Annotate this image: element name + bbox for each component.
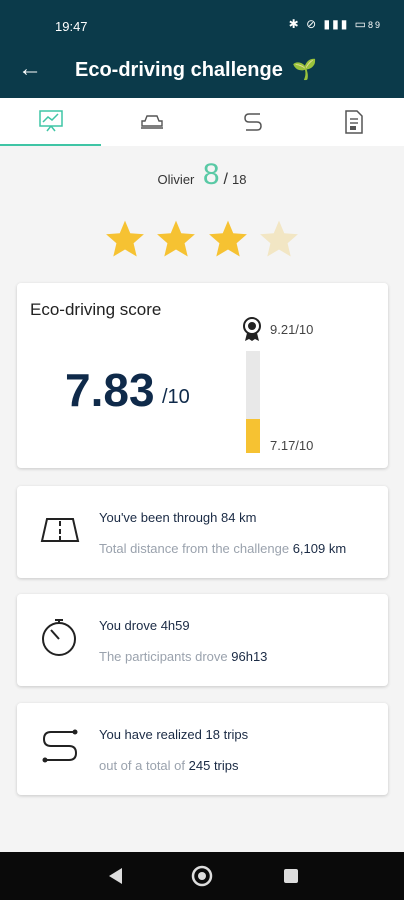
tab-vehicle[interactable] (101, 98, 202, 146)
distance-card: You've been through 84 km Total distance… (17, 486, 388, 578)
distance-driven: 84 km (221, 510, 257, 525)
back-arrow-icon[interactable]: ← (18, 55, 42, 83)
time-line2: The participants drove 96h13 (99, 649, 267, 664)
score-progress-fill (246, 419, 260, 453)
tab-route[interactable] (202, 98, 303, 146)
time-total: 96h13 (231, 649, 268, 664)
time-line1-prefix: You drove (99, 618, 158, 633)
report-icon (344, 110, 363, 134)
score-progress-bar (246, 351, 260, 453)
rank-separator: / (223, 171, 228, 188)
status-bar: 19:47 ✱ ⊘ ▮▮▮ ▭89 (0, 0, 404, 40)
status-time: 19:47 (55, 19, 88, 34)
time-driven: 4h59 (160, 618, 190, 633)
system-nav-bar (0, 852, 404, 900)
app-bar: ← Eco-driving challenge 🌱 (0, 40, 404, 98)
score-label: Eco-driving score (30, 300, 162, 319)
participants-total: 18 (231, 172, 247, 187)
distance-line1-prefix: You've been through (99, 510, 218, 525)
road-icon (40, 518, 80, 542)
eco-score-card: Eco-driving score 7.83 /10 9.21/10 7.17/… (17, 283, 388, 468)
star-icon (208, 220, 247, 257)
page-title: Eco-driving challenge 🌱 (75, 57, 317, 82)
star-rating (104, 218, 300, 262)
time-line1: You drove 4h59 (99, 618, 190, 633)
player-rank-value: 8 (202, 158, 220, 191)
distance-line2-prefix: Total distance from the challenge (99, 541, 290, 556)
nav-back-icon[interactable] (104, 864, 128, 888)
status-icons: ✱ ⊘ ▮▮▮ ▭89 (289, 17, 382, 31)
distance-total: 6,109 km (292, 541, 347, 556)
star-empty-icon (260, 220, 298, 257)
route-icon (243, 113, 262, 131)
car-icon (140, 115, 163, 129)
score-value: 7.83 (65, 364, 155, 416)
current-score: 7.17/10 (270, 438, 314, 453)
trips-line1: You have realized 18 trips (99, 727, 248, 742)
medal-icon (243, 317, 261, 341)
trips-line2: out of a total of 245 trips (99, 758, 239, 773)
signal-icon: ▮▮▮ (323, 17, 350, 31)
time-line2-prefix: The participants drove (99, 649, 228, 664)
statistics-chart-icon (38, 110, 63, 132)
seedling-icon: 🌱 (292, 59, 318, 81)
trips-card: You have realized 18 trips out of a tota… (17, 703, 388, 795)
trips-line1-prefix: You have realized (99, 727, 202, 742)
nav-recents-icon[interactable] (279, 864, 303, 888)
trips-realized: 18 trips (205, 727, 249, 742)
player-name: Olivier (157, 172, 195, 187)
nav-home-icon[interactable] (190, 864, 214, 888)
mute-icon: ⊘ (306, 17, 319, 31)
trips-line2-prefix: out of a total of (99, 758, 186, 773)
time-card: You drove 4h59 The participants drove 96… (17, 594, 388, 686)
battery-level: 89 (367, 20, 382, 30)
distance-line2: Total distance from the challenge 6,109 … (99, 541, 346, 556)
stopwatch-icon (42, 619, 76, 656)
distance-line1: You've been through 84 km (99, 510, 256, 525)
tab-bar (0, 98, 404, 146)
tab-report[interactable] (303, 98, 404, 146)
battery-icon: ▭89 (354, 17, 382, 31)
player-rank: Olivier 8/18 (0, 158, 404, 192)
bluetooth-icon: ✱ (288, 17, 301, 31)
trips-total: 245 trips (188, 758, 239, 773)
score-unit: /10 (162, 386, 190, 408)
star-icon (157, 220, 196, 257)
trips-route-icon (42, 729, 78, 763)
tab-statistics[interactable] (0, 98, 101, 146)
star-icon (106, 220, 144, 257)
page-title-text: Eco-driving challenge (75, 59, 283, 81)
best-score: 9.21/10 (270, 322, 314, 337)
